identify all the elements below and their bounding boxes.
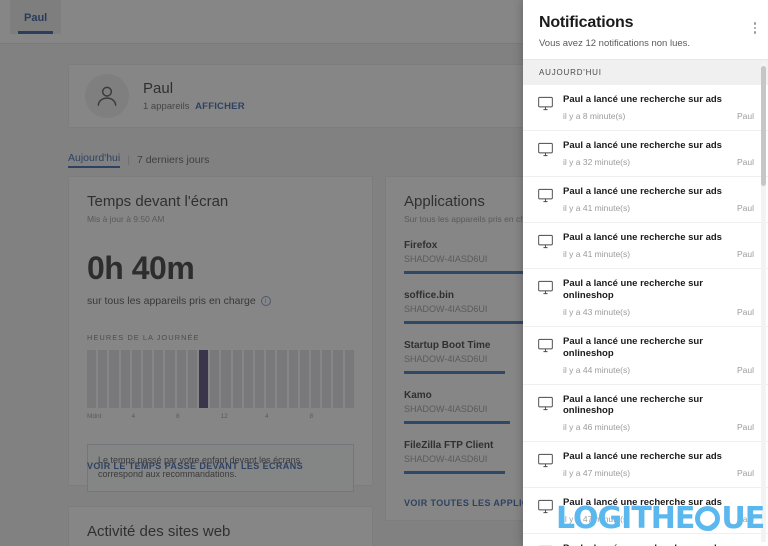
notifications-subtitle: Vous avez 12 notifications non lues.	[539, 38, 691, 49]
notifications-section-label: AUJOURD'HUI	[523, 59, 768, 85]
monitor-icon	[537, 142, 554, 157]
notification-text: Paul a lancé une recherche sur ads	[563, 140, 722, 151]
screenshot-root: Paul + AJO Paul 1 appareils AFFICHER	[0, 0, 768, 546]
notification-item[interactable]: Paul a lancé une recherche sur ads il y a…	[523, 223, 768, 269]
kebab-menu-icon[interactable]	[753, 22, 756, 34]
notification-time: il y a 41 minute(s)	[563, 202, 631, 213]
notification-author: Paul	[736, 422, 754, 433]
notification-body: Paul a lancé une recherche sur ads il y a…	[563, 94, 754, 121]
notification-body: Paul a lancé une recherche sur ads il y a…	[563, 451, 754, 478]
notification-body: Paul a lancé une recherche sur onlinesho…	[563, 394, 754, 433]
notification-time: il y a 46 minute(s)	[563, 422, 631, 433]
notification-item[interactable]: Paul a lancé une recherche sur onlinesho…	[523, 385, 768, 443]
notification-text: Paul a lancé une recherche sur ads	[563, 497, 722, 509]
notification-item[interactable]: Paul a lancé une recherche sur ads il y a…	[523, 488, 768, 535]
monitor-icon	[537, 96, 554, 111]
notification-text: Paul a lancé une recherche sur ads	[563, 232, 722, 243]
notification-time: il y a 43 minute(s)	[563, 306, 631, 317]
notification-time: il y a 44 minute(s)	[563, 364, 631, 375]
notification-time: il y a 32 minute(s)	[563, 156, 631, 167]
notification-body: Paul a lancé une recherche sur ads il y a…	[563, 497, 754, 524]
notification-author: Paul	[736, 468, 754, 479]
monitor-icon	[537, 280, 554, 295]
notification-item[interactable]: Paul a lancé une recherche sur onlinesho…	[523, 269, 768, 327]
monitor-icon	[537, 234, 554, 249]
monitor-icon	[537, 499, 554, 514]
monitor-icon	[537, 338, 554, 353]
notification-author: Paul	[736, 514, 754, 525]
monitor-icon	[537, 396, 554, 411]
notification-item[interactable]: Paul a lancé une recherche sur ads il y a…	[523, 131, 768, 177]
notification-author: Paul	[736, 306, 754, 317]
notification-body: Paul a lancé une recherche sur ads il y a…	[563, 186, 754, 213]
notification-author: Paul	[736, 111, 754, 121]
notification-author: Paul	[736, 249, 754, 259]
notifications-title: Notifications	[539, 14, 634, 31]
notification-body: Paul a lancé une recherche sur onlinesho…	[563, 278, 754, 317]
monitor-icon	[537, 453, 554, 468]
notification-item[interactable]: Paul a lancé une recherche sur adsil y a…	[523, 534, 768, 546]
notifications-panel: Notifications Vous avez 12 notifications…	[523, 0, 768, 546]
notification-text: Paul a lancé une recherche sur ads	[563, 94, 722, 105]
notification-time: il y a 41 minute(s)	[563, 248, 631, 259]
notification-text: Paul a lancé une recherche sur onlinesho…	[563, 393, 703, 417]
notification-author: Paul	[736, 157, 754, 167]
notification-body: Paul a lancé une recherche sur ads il y a…	[563, 140, 754, 167]
notification-item[interactable]: Paul a lancé une recherche sur ads il y a…	[523, 442, 768, 489]
notification-time: il y a 47 minute(s)	[563, 514, 631, 525]
notification-text: Paul a lancé une recherche sur ads	[563, 186, 722, 197]
notification-author: Paul	[736, 203, 754, 213]
notifications-list[interactable]: Paul a lancé une recherche sur ads il y a…	[523, 85, 768, 546]
notifications-header: Notifications Vous avez 12 notifications…	[523, 0, 768, 59]
notification-item[interactable]: Paul a lancé une recherche sur ads il y a…	[523, 177, 768, 223]
notification-author: Paul	[736, 364, 754, 375]
notification-text: Paul a lancé une recherche sur onlinesho…	[563, 278, 703, 301]
notification-text: Paul a lancé une recherche sur onlinesho…	[563, 335, 703, 359]
notification-time: il y a 47 minute(s)	[563, 468, 631, 479]
notification-item[interactable]: Paul a lancé une recherche sur ads il y a…	[523, 85, 768, 131]
monitor-icon	[537, 188, 554, 203]
notification-time: il y a 8 minute(s)	[563, 110, 626, 121]
notification-text: Paul a lancé une recherche sur ads	[563, 451, 722, 463]
notification-body: Paul a lancé une recherche sur ads il y a…	[563, 232, 754, 259]
notification-item[interactable]: Paul a lancé une recherche sur onlinesho…	[523, 327, 768, 385]
modal-dim-overlay-left[interactable]	[0, 0, 523, 546]
scrollbar-thumb[interactable]	[761, 66, 766, 186]
notification-body: Paul a lancé une recherche sur onlinesho…	[563, 336, 754, 375]
